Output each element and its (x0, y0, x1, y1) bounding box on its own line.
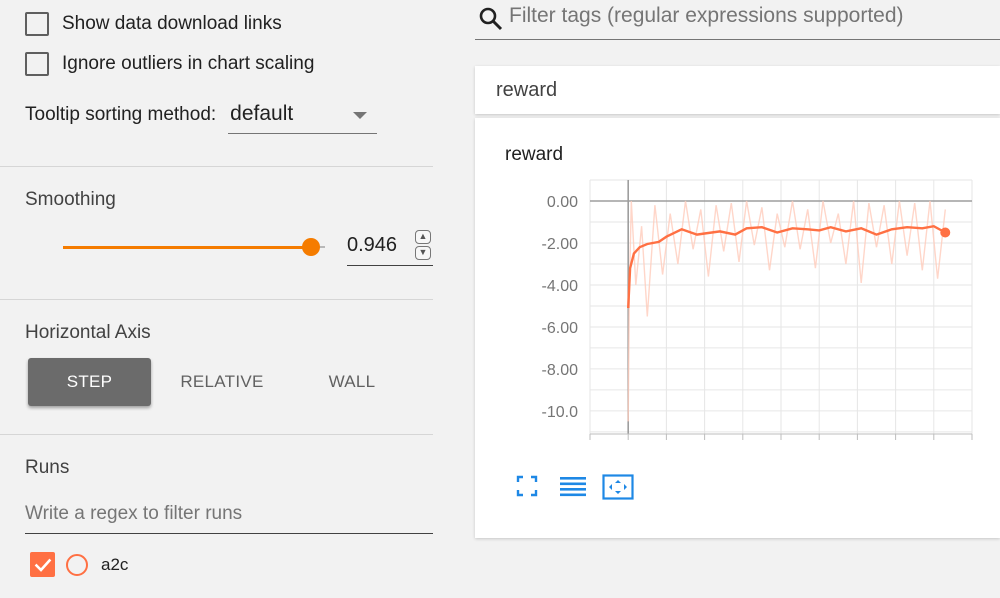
checkbox-box[interactable] (25, 52, 49, 76)
smoothing-slider-fill (63, 246, 311, 249)
chart-title: reward (505, 144, 564, 165)
divider (0, 434, 433, 435)
chart-series (627, 200, 951, 422)
axis-wall-button[interactable]: WALL (292, 358, 412, 406)
run-color-circle-icon[interactable] (66, 553, 88, 576)
ignore-outliers-checkbox[interactable]: Ignore outliers in chart scaling (25, 52, 314, 76)
axis-step-button[interactable]: STEP (28, 358, 151, 406)
chart-card: 0.00 -2.00 -4.00 -6.00 -8.00 -10.0 reward (475, 118, 1000, 538)
checkmark-icon (34, 558, 51, 572)
tag-filter[interactable] (475, 0, 1000, 40)
runs-filter-input[interactable] (25, 498, 433, 530)
runs-filter[interactable] (25, 498, 433, 534)
smoothing-value: 0.946 (347, 234, 398, 256)
fit-icon[interactable] (515, 474, 539, 498)
run-name: a2c (101, 554, 129, 574)
decrement-icon[interactable]: ▼ (415, 246, 431, 260)
show-download-links-label: Show data download links (62, 13, 282, 34)
reward-chart[interactable]: 0.00 -2.00 -4.00 -6.00 -8.00 -10.0 (475, 118, 1000, 458)
last-point-marker (940, 227, 951, 238)
checkbox-box[interactable] (25, 12, 49, 36)
raw-series-line (627, 200, 946, 422)
tooltip-sorting-dropdown[interactable]: default (228, 100, 378, 134)
ignore-outliers-label: Ignore outliers in chart scaling (62, 53, 315, 74)
divider (0, 166, 433, 167)
chart-x-axis (589, 433, 973, 440)
run-checkbox[interactable] (30, 552, 55, 577)
y-tick-label: -4.00 (542, 278, 579, 295)
y-tick-label: 0.00 (547, 194, 578, 211)
divider (0, 299, 433, 300)
smoothing-title: Smoothing (25, 189, 116, 210)
smoothing-input[interactable]: 0.946 ▲ ▼ (347, 228, 433, 266)
tooltip-sorting-label: Tooltip sorting method: (25, 104, 217, 125)
axis-relative-button[interactable]: RELATIVE (160, 358, 284, 406)
increment-icon[interactable]: ▲ (415, 230, 431, 244)
category-header[interactable]: reward (475, 66, 1000, 114)
search-icon (479, 7, 503, 31)
y-tick-label: -2.00 (542, 236, 579, 253)
toggle-log-scale-icon[interactable] (559, 474, 587, 498)
fit-domain-icon[interactable] (602, 474, 634, 500)
show-download-links-checkbox[interactable]: Show data download links (25, 12, 282, 36)
tooltip-sorting-row: Tooltip sorting method: default (25, 100, 378, 134)
y-tick-label: -10.0 (542, 404, 579, 421)
dropdown-arrow-icon (353, 112, 368, 119)
sidebar: Show data download links Ignore outliers… (0, 0, 433, 598)
tooltip-sorting-value: default (230, 102, 294, 125)
runs-title: Runs (25, 457, 70, 478)
y-tick-label: -8.00 (542, 362, 579, 379)
horizontal-axis-title: Horizontal Axis (25, 322, 151, 343)
chart-y-axis: 0.00 -2.00 -4.00 -6.00 -8.00 -10.0 (542, 194, 579, 421)
tag-filter-input[interactable] (509, 4, 989, 28)
smoothing-slider-thumb[interactable] (301, 238, 320, 256)
run-item[interactable]: a2c (30, 552, 128, 577)
category-title: reward (496, 79, 558, 101)
y-tick-label: -6.00 (542, 320, 579, 337)
